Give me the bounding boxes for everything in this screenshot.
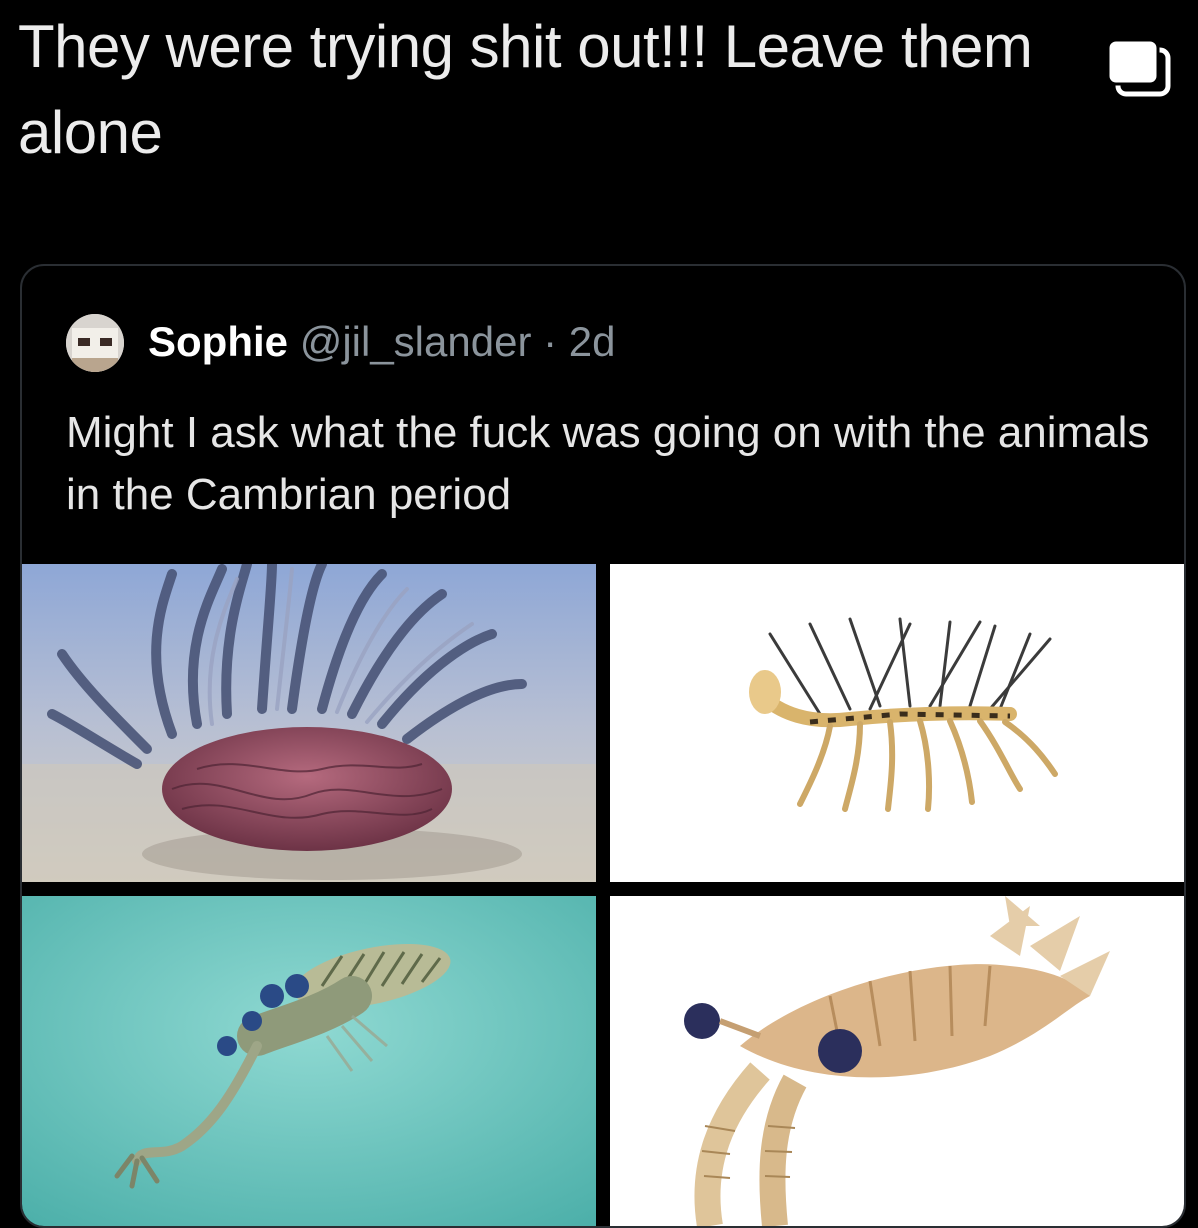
post-text: They were trying shit out!!! Leave them … [18, 13, 1033, 166]
author-handle[interactable]: @jil_slander [300, 318, 532, 365]
avatar[interactable] [66, 314, 124, 372]
timestamp[interactable]: 2d [569, 318, 616, 365]
separator-dot: · [543, 318, 558, 365]
image-wiwaxia[interactable] [22, 564, 596, 882]
copy-icon[interactable] [1104, 38, 1174, 100]
image-opabinia[interactable] [22, 896, 596, 1226]
image-anomalocaris[interactable] [610, 896, 1184, 1226]
quoted-tweet-card[interactable]: Sophie @jil_slander · 2d Might I ask wha… [20, 264, 1186, 1228]
image-hallucigenia[interactable] [610, 564, 1184, 882]
quote-text: Might I ask what the fuck was going on w… [66, 408, 1150, 519]
author-line: Sophie @jil_slander · 2d [148, 318, 616, 366]
author-name[interactable]: Sophie [148, 318, 288, 365]
image-grid [22, 564, 1184, 1226]
